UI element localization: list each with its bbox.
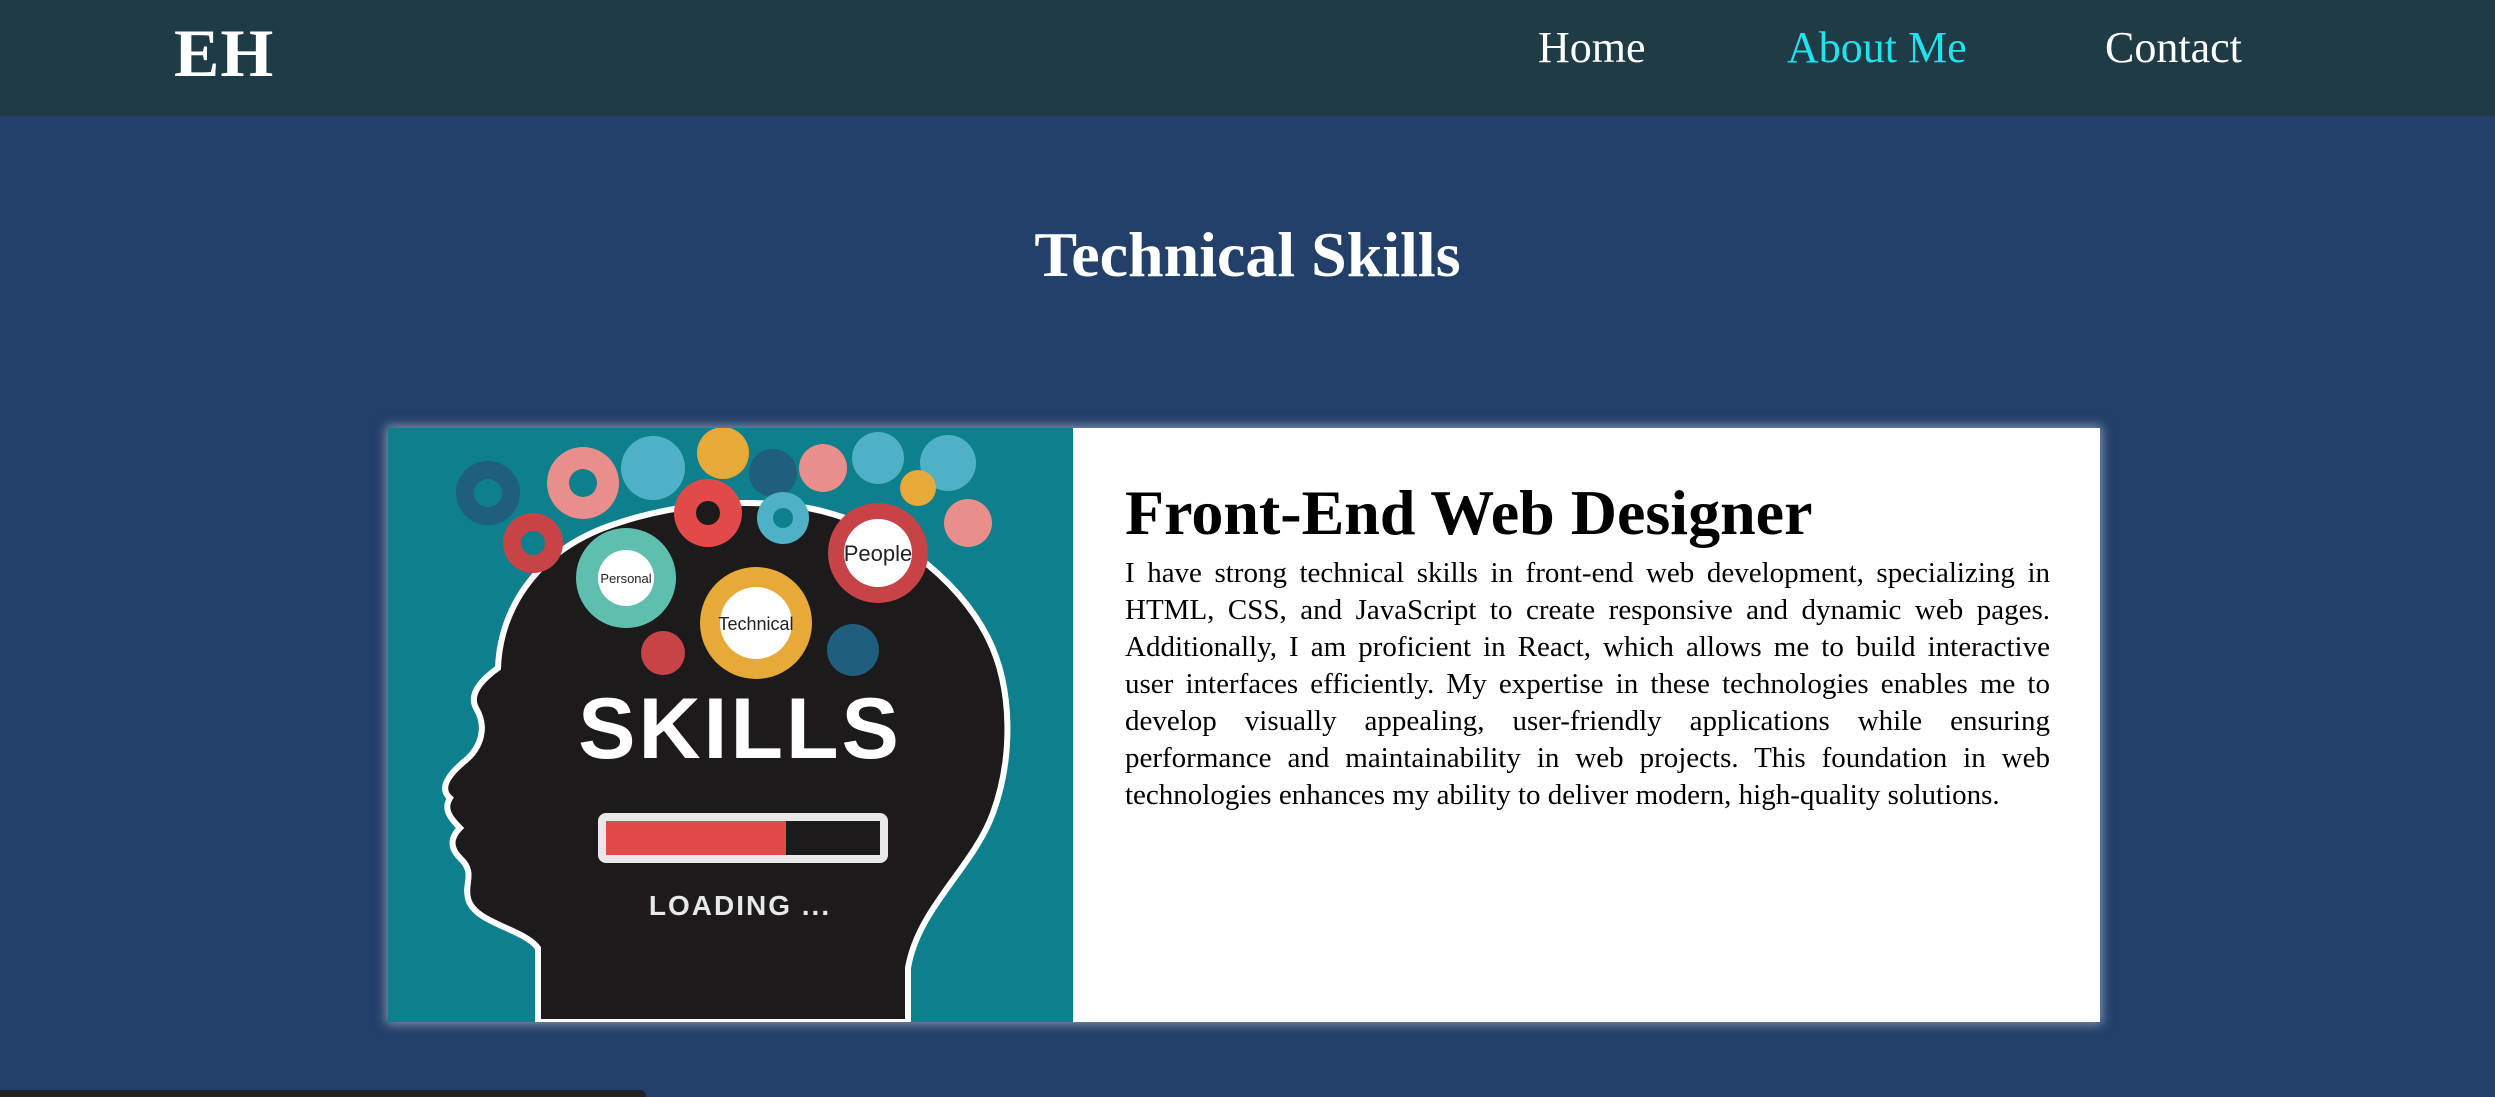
bottom-scrollbar[interactable] — [0, 1090, 646, 1097]
loading-bar — [598, 813, 888, 863]
personal-gear-label: Personal — [600, 571, 651, 586]
skill-card: People Personal Technical SKILLS LOADING… — [388, 428, 2100, 1022]
skills-illustration: People Personal Technical SKILLS LOADING… — [388, 428, 1073, 1022]
nav-link-contact[interactable]: Contact — [2105, 22, 2242, 73]
people-gear-label: People — [844, 541, 913, 566]
nav-link-about-me[interactable]: About Me — [1787, 22, 1967, 73]
card-heading: Front-End Web Designer — [1125, 477, 1813, 548]
card-description: I have strong technical skills in front-… — [1125, 557, 2050, 812]
site-logo[interactable]: EH — [174, 14, 274, 93]
skills-text: SKILLS — [578, 681, 902, 777]
section-title: Technical Skills — [1034, 219, 1461, 290]
top-navbar: EH Home About Me Contact — [0, 0, 2495, 116]
loading-text: LOADING ... — [649, 890, 831, 921]
technical-gear-label: Technical — [718, 614, 793, 634]
nav-link-home[interactable]: Home — [1538, 22, 1646, 73]
card-text-block: Front-End Web Designer I have strong tec… — [1125, 478, 2050, 814]
